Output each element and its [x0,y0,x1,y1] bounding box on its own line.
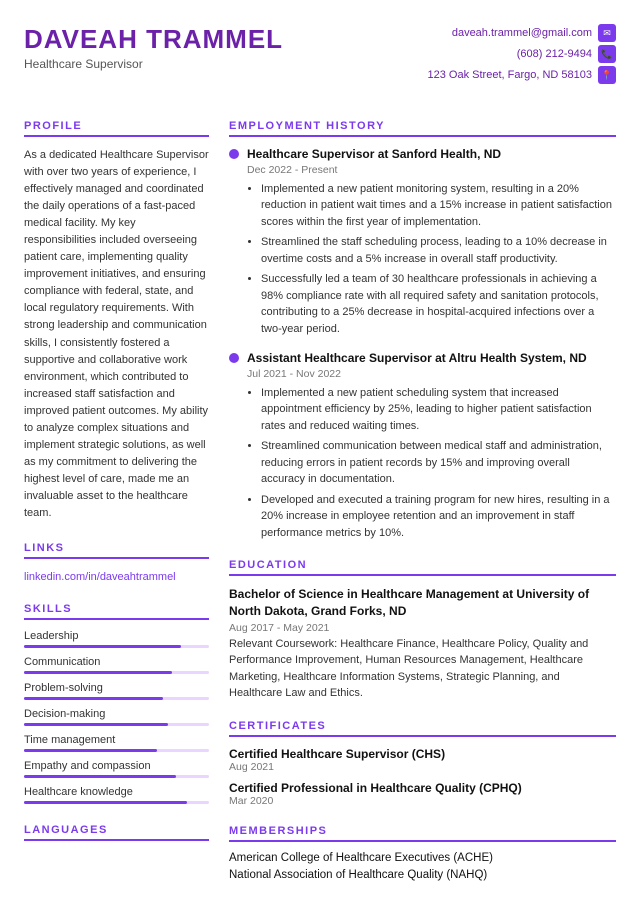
skill-bar-bg [24,645,209,648]
profile-section: PROFILE As a dedicated Healthcare Superv… [24,120,209,522]
right-column: EMPLOYMENT HISTORY Healthcare Supervisor… [229,120,616,899]
skills-heading: SKILLS [24,603,209,620]
skill-bar-fill [24,749,157,752]
job-bullet: Implemented a new patient monitoring sys… [261,181,616,231]
job-item: Assistant Healthcare Supervisor at Altru… [229,351,616,541]
skill-item: Communication [24,656,209,674]
skill-bar-fill [24,697,163,700]
email-row: daveah.trammel@gmail.com ✉ [452,24,616,42]
job-bullets: Implemented a new patient scheduling sys… [247,385,616,542]
linkedin-link[interactable]: linkedin.com/in/daveahtrammel [24,571,176,583]
skill-item: Decision-making [24,708,209,726]
skill-bar-fill [24,645,181,648]
skill-bar-fill [24,801,187,804]
edu-desc: Relevant Coursework: Healthcare Finance,… [229,636,616,702]
skill-bar-bg [24,723,209,726]
skill-bar-bg [24,775,209,778]
skill-item: Problem-solving [24,682,209,700]
memberships-section: MEMBERSHIPS American College of Healthca… [229,825,616,881]
job-bullet: Streamlined the staff scheduling process… [261,234,616,267]
job-bullet: Implemented a new patient scheduling sys… [261,385,616,435]
employment-heading: EMPLOYMENT HISTORY [229,120,616,137]
skill-bar-bg [24,749,209,752]
skill-bar-fill [24,775,176,778]
education-section: EDUCATION Bachelor of Science in Healthc… [229,559,616,702]
languages-heading: LANGUAGES [24,824,209,841]
header-right: daveah.trammel@gmail.com ✉ (608) 212-949… [428,24,616,84]
skill-item: Leadership [24,630,209,648]
address-row: 123 Oak Street, Fargo, ND 58103 📍 [428,66,616,84]
profile-text: As a dedicated Healthcare Supervisor wit… [24,147,209,522]
skill-name: Leadership [24,630,209,642]
skill-item: Empathy and compassion [24,760,209,778]
email-link[interactable]: daveah.trammel@gmail.com [452,27,592,39]
skills-section: SKILLS Leadership Communication Problem-… [24,603,209,804]
links-heading: LINKS [24,542,209,559]
job-dot [229,353,239,363]
skill-bar-bg [24,801,209,804]
cert-date: Mar 2020 [229,795,616,807]
membership-item: National Association of Healthcare Quali… [229,869,616,881]
employment-section: EMPLOYMENT HISTORY Healthcare Supervisor… [229,120,616,541]
cert-item: Certified Professional in Healthcare Qua… [229,781,616,807]
job-bullet: Successfully led a team of 30 healthcare… [261,271,616,337]
cert-date: Aug 2021 [229,761,616,773]
job-date: Jul 2021 - Nov 2022 [247,368,616,380]
education-heading: EDUCATION [229,559,616,576]
skill-bar-fill [24,671,172,674]
phone-text: (608) 212-9494 [517,48,592,60]
memberships-list: American College of Healthcare Executive… [229,852,616,881]
job-bullets: Implemented a new patient monitoring sys… [247,181,616,338]
address-text: 123 Oak Street, Fargo, ND 58103 [428,69,592,81]
profile-heading: PROFILE [24,120,209,137]
edu-degree: Bachelor of Science in Healthcare Manage… [229,586,616,620]
job-dot [229,149,239,159]
languages-section: LANGUAGES [24,824,209,841]
main-content: PROFILE As a dedicated Healthcare Superv… [24,120,616,899]
candidate-name: DAVEAH TRAMMEL [24,24,283,55]
skill-item: Time management [24,734,209,752]
skill-name: Decision-making [24,708,209,720]
membership-item: American College of Healthcare Executive… [229,852,616,864]
memberships-heading: MEMBERSHIPS [229,825,616,842]
email-icon: ✉ [598,24,616,42]
cert-item: Certified Healthcare Supervisor (CHS) Au… [229,747,616,773]
skill-bar-fill [24,723,168,726]
job-title: Assistant Healthcare Supervisor at Altru… [247,351,587,367]
job-item: Healthcare Supervisor at Sanford Health,… [229,147,616,337]
location-icon: 📍 [598,66,616,84]
job-bullet: Developed and executed a training progra… [261,492,616,542]
skill-name: Problem-solving [24,682,209,694]
job-header: Healthcare Supervisor at Sanford Health,… [229,147,616,163]
cert-name: Certified Healthcare Supervisor (CHS) [229,747,616,761]
skill-name: Empathy and compassion [24,760,209,772]
skill-bar-bg [24,697,209,700]
skill-name: Communication [24,656,209,668]
cert-name: Certified Professional in Healthcare Qua… [229,781,616,795]
job-title: Healthcare Supervisor at Sanford Health,… [247,147,501,163]
job-header: Assistant Healthcare Supervisor at Altru… [229,351,616,367]
certificates-section: CERTIFICATES Certified Healthcare Superv… [229,720,616,807]
skill-item: Healthcare knowledge [24,786,209,804]
left-column: PROFILE As a dedicated Healthcare Superv… [24,120,209,899]
skill-bar-bg [24,671,209,674]
links-section: LINKS linkedin.com/in/daveahtrammel [24,542,209,583]
certs-list: Certified Healthcare Supervisor (CHS) Au… [229,747,616,807]
skill-name: Time management [24,734,209,746]
certificates-heading: CERTIFICATES [229,720,616,737]
header: DAVEAH TRAMMEL Healthcare Supervisor dav… [24,24,616,100]
header-left: DAVEAH TRAMMEL Healthcare Supervisor [24,24,283,71]
job-bullet: Streamlined communication between medica… [261,438,616,488]
skills-list: Leadership Communication Problem-solving… [24,630,209,804]
edu-date: Aug 2017 - May 2021 [229,622,616,634]
phone-row: (608) 212-9494 📞 [517,45,616,63]
jobs-list: Healthcare Supervisor at Sanford Health,… [229,147,616,541]
candidate-title: Healthcare Supervisor [24,57,283,71]
phone-icon: 📞 [598,45,616,63]
skill-name: Healthcare knowledge [24,786,209,798]
job-date: Dec 2022 - Present [247,164,616,176]
